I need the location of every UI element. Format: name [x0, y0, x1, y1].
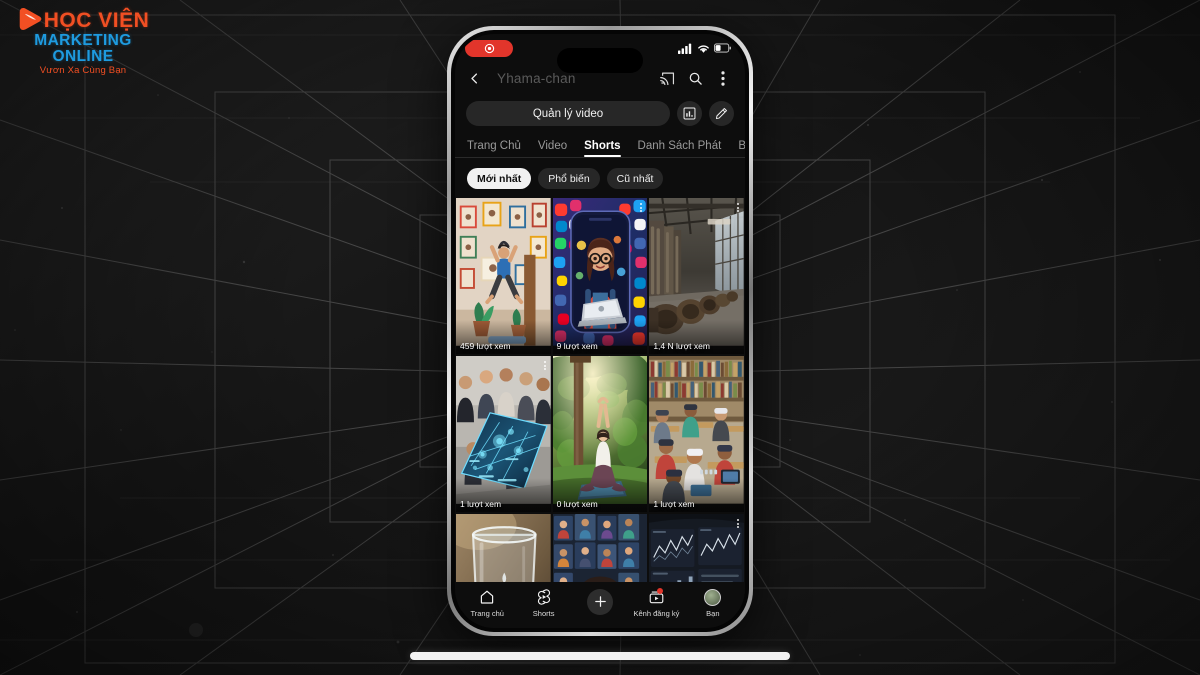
chip-moi-nhat[interactable]: Mới nhất — [467, 168, 532, 189]
video-grid-item[interactable]: 1,4 N lượt xem — [649, 198, 744, 354]
sort-filter-chips: Mới nhất Phổ biến Cũ nhất — [455, 158, 745, 198]
video-grid-item[interactable] — [649, 514, 744, 582]
nav-item-home[interactable]: Trang chủ — [459, 589, 515, 618]
video-grid-item[interactable]: 1 lượt xem — [456, 356, 551, 512]
screenshot-stage: HỌC VIỆN MARKETING ONLINE Vươn Xa Cùng B… — [0, 0, 1200, 675]
video-grid-item[interactable]: 0 lượt xem — [552, 356, 648, 512]
dynamic-island — [557, 48, 643, 73]
phone-bezel: Yhama-chan Quản lý video Trang Chủ Video… — [451, 30, 749, 632]
logo-title: HỌC VIỆN — [43, 8, 150, 32]
play-triangle-icon — [19, 8, 42, 30]
logo-subtitle: MARKETING ONLINE — [34, 32, 132, 65]
nav-item-subscriptions[interactable]: Kênh đăng ký — [628, 587, 684, 618]
nav-label-shorts: Shorts — [532, 608, 555, 618]
shorts-video-grid: 459 lượt xem 9 lượt xem 1,4 N lượt xem 1… — [455, 198, 745, 582]
video-view-count: 0 lượt xem — [556, 499, 598, 509]
account-avatar-icon — [704, 588, 722, 606]
video-grid-item[interactable]: 1 lượt xem — [649, 356, 744, 512]
channel-tabs: Trang Chủ Video Shorts Danh Sách Phát B — [455, 132, 745, 158]
phone-device-frame: Yhama-chan Quản lý video Trang Chủ Video… — [447, 26, 753, 636]
back-arrow-icon[interactable] — [463, 67, 485, 89]
video-view-count: 1 lượt xem — [653, 499, 695, 509]
chip-pho-bien[interactable]: Phổ biến — [538, 168, 600, 189]
thumbnail-water-glass — [456, 514, 551, 582]
plus-icon[interactable] — [587, 588, 614, 615]
bottom-navigation: Trang chủ Shorts Kênh đăng ký Bạn — [455, 582, 745, 628]
channel-action-row: Quản lý video — [455, 94, 745, 132]
video-view-count: 9 lượt xem — [556, 341, 598, 351]
video-more-icon[interactable] — [735, 517, 741, 530]
tab-trang-chu[interactable]: Trang Chủ — [467, 140, 521, 157]
nav-label-home: Trang chủ — [470, 608, 504, 618]
video-view-count: 1 lượt xem — [460, 499, 502, 509]
tab-video[interactable]: Video — [538, 140, 567, 157]
home-icon — [479, 589, 495, 606]
logo-slogan: Vươn Xa Cùng Bạn — [39, 65, 127, 76]
video-more-icon[interactable] — [638, 201, 644, 214]
subscriptions-badge — [656, 587, 663, 594]
bar-chart-icon[interactable] — [677, 101, 702, 126]
thumbnail-cartoon-girl-screens — [552, 514, 648, 582]
video-view-count: 1,4 N lượt xem — [653, 341, 710, 351]
video-grid-item[interactable] — [552, 514, 648, 582]
video-view-count: 459 lượt xem — [460, 341, 511, 351]
manage-video-button[interactable]: Quản lý video — [466, 101, 670, 126]
tab-shorts[interactable]: Shorts — [584, 140, 621, 157]
video-more-icon[interactable] — [542, 359, 548, 372]
nav-item-create[interactable] — [572, 588, 628, 618]
video-grid-item[interactable]: 9 lượt xem — [552, 198, 648, 354]
tab-danh-sach-phat[interactable]: Danh Sách Phát — [638, 140, 722, 157]
search-icon[interactable] — [684, 67, 706, 89]
status-bar-icons — [678, 43, 731, 54]
video-more-icon[interactable] — [735, 201, 741, 214]
tab-overflow[interactable]: B — [738, 140, 745, 157]
battery-icon — [714, 43, 731, 53]
home-indicator-bar — [410, 652, 790, 660]
nav-item-you[interactable]: Bạn — [685, 588, 741, 618]
video-grid-item[interactable] — [456, 514, 551, 582]
phone-screen: Yhama-chan Quản lý video Trang Chủ Video… — [455, 34, 745, 628]
avatar — [704, 588, 722, 606]
video-grid-item[interactable]: 459 lượt xem — [456, 198, 551, 354]
record-pill-icon — [465, 39, 513, 57]
shorts-icon — [536, 589, 552, 606]
chip-cu-nhat[interactable]: Cũ nhất — [606, 168, 664, 189]
cellular-signal-icon — [678, 43, 692, 54]
nav-label-you: Bạn — [706, 608, 720, 618]
cast-icon[interactable] — [656, 67, 678, 89]
pencil-icon[interactable] — [709, 101, 734, 126]
more-vertical-icon[interactable] — [712, 67, 734, 89]
record-dot-icon — [484, 43, 494, 53]
nav-item-shorts[interactable]: Shorts — [515, 589, 571, 618]
nav-label-subscriptions: Kênh đăng ký — [633, 608, 680, 618]
brand-logo: HỌC VIỆN MARKETING ONLINE Vươn Xa Cùng B… — [8, 8, 158, 76]
wifi-icon — [698, 44, 709, 53]
thumbnail-analytics-dashboard — [649, 514, 744, 582]
